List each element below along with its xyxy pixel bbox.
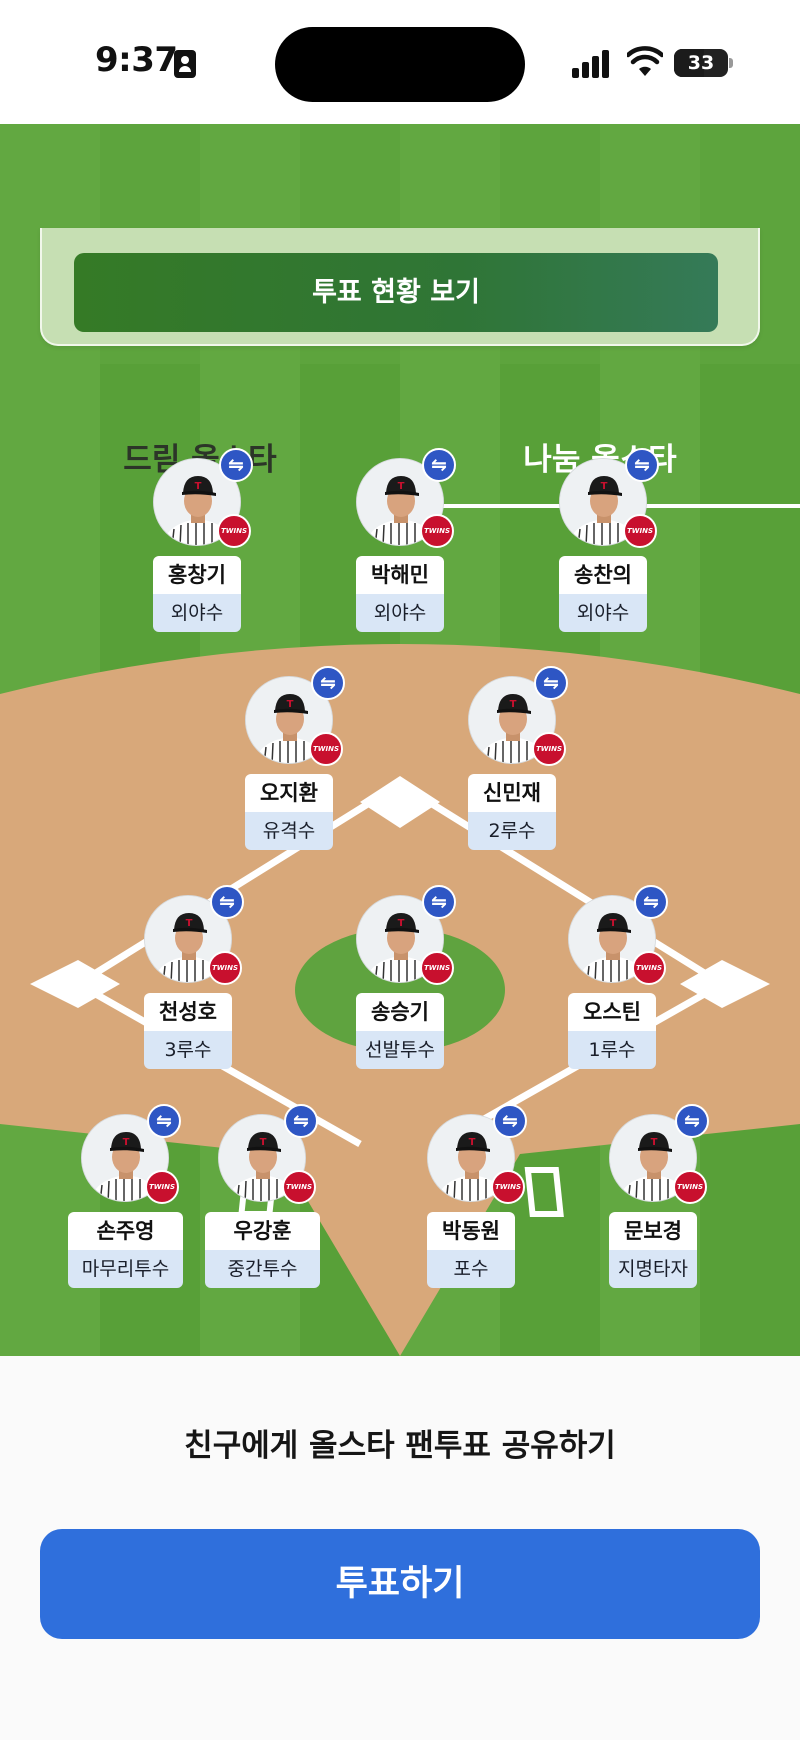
svg-text:T: T <box>123 1137 130 1148</box>
svg-text:T: T <box>186 918 193 929</box>
dynamic-island <box>275 27 525 102</box>
swap-icon[interactable]: ⇋ <box>147 1104 181 1138</box>
swap-icon[interactable]: ⇋ <box>625 448 659 482</box>
player-position: 외야수 <box>559 594 647 632</box>
id-card-icon <box>174 50 196 78</box>
team-logo-icon: TWINS <box>623 514 657 548</box>
swap-icon[interactable]: ⇋ <box>493 1104 527 1138</box>
svg-text:T: T <box>601 481 608 492</box>
team-logo-icon: TWINS <box>208 951 242 985</box>
player-position: 마무리투수 <box>68 1250 183 1288</box>
team-logo-icon: TWINS <box>282 1170 316 1204</box>
svg-text:T: T <box>651 1137 658 1148</box>
player-name: 박해민 <box>356 556 444 594</box>
status-bar: 9:37 33 <box>0 0 800 124</box>
swap-icon[interactable]: ⇋ <box>284 1104 318 1138</box>
player-position: 선발투수 <box>356 1031 444 1069</box>
vote-button[interactable]: 투표하기 <box>40 1529 760 1639</box>
player-position: 외야수 <box>153 594 241 632</box>
player-name: 신민재 <box>468 774 556 812</box>
team-logo-icon: TWINS <box>491 1170 525 1204</box>
player-name: 손주영 <box>68 1212 183 1250</box>
player-name: 우강훈 <box>205 1212 320 1250</box>
battery-level-text: 33 <box>687 52 715 74</box>
signal-icon <box>572 50 612 78</box>
player-name: 오스틴 <box>568 993 656 1031</box>
player-name: 천성호 <box>144 993 232 1031</box>
status-time: 9:37 <box>95 40 178 80</box>
player-position: 지명타자 <box>609 1250 697 1288</box>
svg-text:T: T <box>195 481 202 492</box>
swap-icon[interactable]: ⇋ <box>534 666 568 700</box>
vote-status-button[interactable]: 투표 현황 보기 <box>74 253 718 332</box>
player-name: 박동원 <box>427 1212 515 1250</box>
svg-text:T: T <box>398 918 405 929</box>
player-position: 외야수 <box>356 594 444 632</box>
swap-icon[interactable]: ⇋ <box>634 885 668 919</box>
swap-icon[interactable]: ⇋ <box>311 666 345 700</box>
svg-text:T: T <box>287 699 294 710</box>
player-name: 송찬의 <box>559 556 647 594</box>
svg-text:T: T <box>260 1137 267 1148</box>
player-name: 송승기 <box>356 993 444 1031</box>
share-link[interactable]: 친구에게 올스타 팬투표 공유하기 <box>0 1420 800 1465</box>
player-position: 유격수 <box>245 812 333 850</box>
swap-icon[interactable]: ⇋ <box>219 448 253 482</box>
team-logo-icon: TWINS <box>673 1170 707 1204</box>
team-logo-icon: TWINS <box>217 514 251 548</box>
swap-icon[interactable]: ⇋ <box>675 1104 709 1138</box>
battery-tail <box>729 58 733 68</box>
swap-icon[interactable]: ⇋ <box>422 885 456 919</box>
team-logo-icon: TWINS <box>532 732 566 766</box>
player-position: 3루수 <box>144 1031 232 1069</box>
swap-icon[interactable]: ⇋ <box>422 448 456 482</box>
svg-text:T: T <box>398 481 405 492</box>
swap-icon[interactable]: ⇋ <box>210 885 244 919</box>
team-logo-icon: TWINS <box>309 732 343 766</box>
team-logo-icon: TWINS <box>145 1170 179 1204</box>
player-name: 오지환 <box>245 774 333 812</box>
team-logo-icon: TWINS <box>632 951 666 985</box>
team-logo-icon: TWINS <box>420 951 454 985</box>
player-position: 2루수 <box>468 812 556 850</box>
player-position: 포수 <box>427 1250 515 1288</box>
player-name: 홍창기 <box>153 556 241 594</box>
player-position: 1루수 <box>568 1031 656 1069</box>
svg-text:T: T <box>610 918 617 929</box>
baseball-field: 투표 현황 보기 드림 올스타 나눔 올스타 T ⇋ TWINS 홍창기 외야수… <box>0 124 800 1356</box>
player-position: 중간투수 <box>205 1250 320 1288</box>
wifi-icon <box>627 46 663 76</box>
team-logo-icon: TWINS <box>420 514 454 548</box>
svg-text:T: T <box>469 1137 476 1148</box>
svg-text:T: T <box>510 699 517 710</box>
player-name: 문보경 <box>609 1212 697 1250</box>
